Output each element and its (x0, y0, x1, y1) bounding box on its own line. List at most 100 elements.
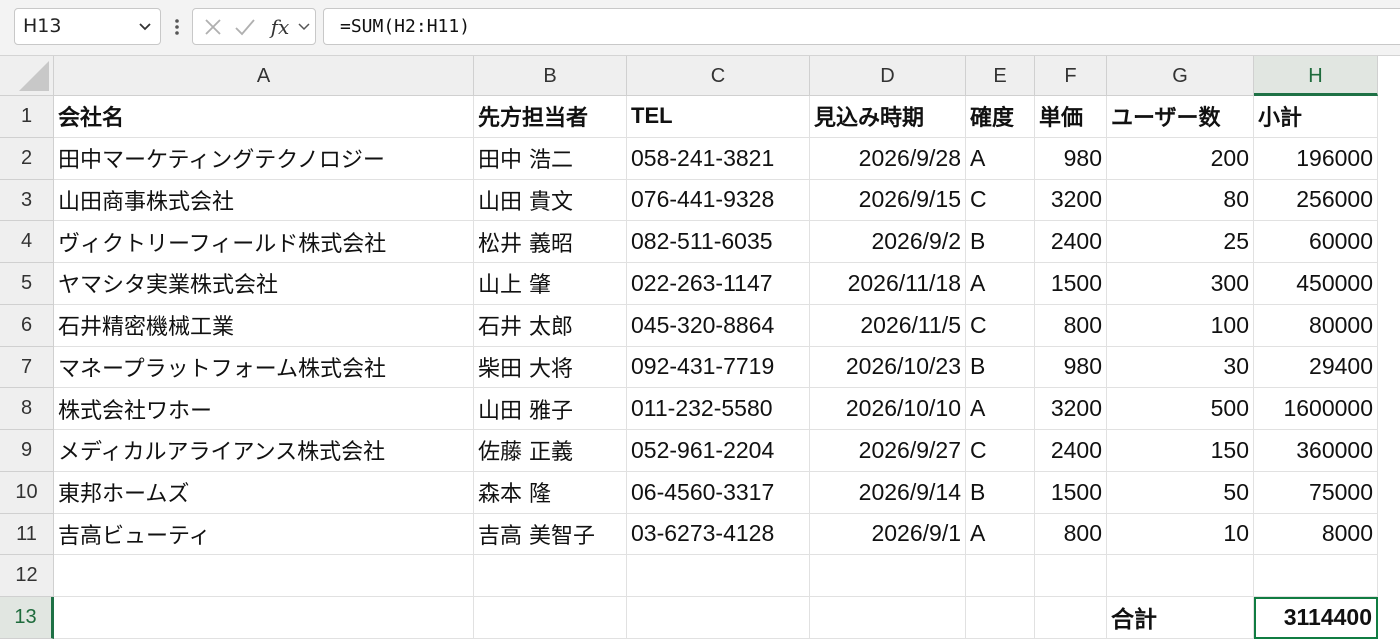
cell-a12[interactable] (54, 555, 474, 597)
more-options-icon[interactable] (170, 14, 184, 40)
cell-c5[interactable]: 022-263-1147 (627, 263, 810, 305)
cell-g10[interactable]: 50 (1107, 471, 1254, 514)
cell-h4[interactable]: 60000 (1254, 221, 1378, 263)
cell-d3[interactable]: 2026/9/15 (810, 179, 966, 222)
column-header-b[interactable]: B (474, 56, 627, 96)
cell-a11[interactable]: 吉高ビューティ (54, 513, 474, 556)
cell-h7[interactable]: 29400 (1254, 346, 1378, 389)
cell-b12[interactable] (474, 555, 627, 597)
cell-e8[interactable]: A (966, 388, 1035, 430)
cell-g7[interactable]: 30 (1107, 346, 1254, 389)
row-header-10[interactable]: 10 (0, 471, 54, 514)
cell-c8[interactable]: 011-232-5580 (627, 388, 810, 430)
cell-d11[interactable]: 2026/9/1 (810, 513, 966, 556)
cell-h5[interactable]: 450000 (1254, 263, 1378, 305)
cell-h6[interactable]: 80000 (1254, 304, 1378, 347)
cell-g4[interactable]: 25 (1107, 221, 1254, 263)
row-header-11[interactable]: 11 (0, 513, 54, 556)
column-header-h[interactable]: H (1254, 56, 1378, 96)
cell-e4[interactable]: B (966, 221, 1035, 263)
cell-e5[interactable]: A (966, 263, 1035, 305)
cell-c7[interactable]: 092-431-7719 (627, 346, 810, 389)
row-header-9[interactable]: 9 (0, 430, 54, 472)
cell-e1[interactable]: 確度 (966, 96, 1035, 138)
cell-g1[interactable]: ユーザー数 (1107, 96, 1254, 138)
cell-f9[interactable]: 2400 (1035, 430, 1107, 472)
column-header-e[interactable]: E (966, 56, 1035, 96)
cell-a5[interactable]: ヤマシタ実業株式会社 (54, 263, 474, 305)
cell-h1[interactable]: 小計 (1254, 96, 1378, 138)
cell-c4[interactable]: 082-511-6035 (627, 221, 810, 263)
row-header-1[interactable]: 1 (0, 96, 54, 138)
column-header-c[interactable]: C (627, 56, 810, 96)
cell-a2[interactable]: 田中マーケティングテクノロジー (54, 137, 474, 180)
cell-b1[interactable]: 先方担当者 (474, 96, 627, 138)
cell-g9[interactable]: 150 (1107, 430, 1254, 472)
formula-input[interactable]: =SUM(H2:H11) (323, 8, 1400, 45)
cell-c10[interactable]: 06-4560-3317 (627, 471, 810, 514)
cell-a4[interactable]: ヴィクトリーフィールド株式会社 (54, 221, 474, 263)
cell-h8[interactable]: 1600000 (1254, 388, 1378, 430)
cancel-icon[interactable] (199, 9, 227, 44)
cell-d4[interactable]: 2026/9/2 (810, 221, 966, 263)
row-header-7[interactable]: 7 (0, 346, 54, 389)
cell-b3[interactable]: 山田 貴文 (474, 179, 627, 222)
row-header-5[interactable]: 5 (0, 263, 54, 305)
cell-g8[interactable]: 500 (1107, 388, 1254, 430)
cell-d12[interactable] (810, 555, 966, 597)
cell-f11[interactable]: 800 (1035, 513, 1107, 556)
column-header-d[interactable]: D (810, 56, 966, 96)
select-all-corner[interactable] (0, 56, 54, 96)
name-box[interactable]: H13 (14, 8, 161, 45)
cell-b7[interactable]: 柴田 大将 (474, 346, 627, 389)
cell-b6[interactable]: 石井 太郎 (474, 304, 627, 347)
cell-a8[interactable]: 株式会社ワホー (54, 388, 474, 430)
row-header-8[interactable]: 8 (0, 388, 54, 430)
cell-g11[interactable]: 10 (1107, 513, 1254, 556)
cell-e12[interactable] (966, 555, 1035, 597)
cell-e10[interactable]: B (966, 471, 1035, 514)
cell-a10[interactable]: 東邦ホームズ (54, 471, 474, 514)
cell-c11[interactable]: 03-6273-4128 (627, 513, 810, 556)
row-header-4[interactable]: 4 (0, 221, 54, 263)
chevron-down-icon[interactable] (136, 9, 154, 44)
cell-a9[interactable]: メディカルアライアンス株式会社 (54, 430, 474, 472)
cell-f5[interactable]: 1500 (1035, 263, 1107, 305)
cell-c3[interactable]: 076-441-9328 (627, 179, 810, 222)
cell-c13[interactable] (627, 597, 810, 639)
cell-a1[interactable]: 会社名 (54, 96, 474, 138)
cell-a7[interactable]: マネープラットフォーム株式会社 (54, 346, 474, 389)
cell-e7[interactable]: B (966, 346, 1035, 389)
cell-d7[interactable]: 2026/10/23 (810, 346, 966, 389)
cell-h11[interactable]: 8000 (1254, 513, 1378, 556)
cell-b4[interactable]: 松井 義昭 (474, 221, 627, 263)
cell-d13[interactable] (810, 597, 966, 639)
cell-d2[interactable]: 2026/9/28 (810, 137, 966, 180)
cell-h12[interactable] (1254, 555, 1378, 597)
row-header-12[interactable]: 12 (0, 555, 54, 597)
cell-c9[interactable]: 052-961-2204 (627, 430, 810, 472)
cell-e11[interactable]: A (966, 513, 1035, 556)
insert-function-icon[interactable]: fx (267, 9, 293, 44)
cell-h3[interactable]: 256000 (1254, 179, 1378, 222)
cell-c12[interactable] (627, 555, 810, 597)
row-header-2[interactable]: 2 (0, 137, 54, 180)
cell-f8[interactable]: 3200 (1035, 388, 1107, 430)
cell-b2[interactable]: 田中 浩二 (474, 137, 627, 180)
column-header-a[interactable]: A (54, 56, 474, 96)
cell-f7[interactable]: 980 (1035, 346, 1107, 389)
cell-g2[interactable]: 200 (1107, 137, 1254, 180)
cell-d1[interactable]: 見込み時期 (810, 96, 966, 138)
cell-b9[interactable]: 佐藤 正義 (474, 430, 627, 472)
cell-f2[interactable]: 980 (1035, 137, 1107, 180)
cell-g12[interactable] (1107, 555, 1254, 597)
row-header-13[interactable]: 13 (0, 597, 54, 639)
cell-b10[interactable]: 森本 隆 (474, 471, 627, 514)
cell-d6[interactable]: 2026/11/5 (810, 304, 966, 347)
cell-c1[interactable]: TEL (627, 96, 810, 138)
cell-f6[interactable]: 800 (1035, 304, 1107, 347)
cell-b5[interactable]: 山上 肇 (474, 263, 627, 305)
row-header-6[interactable]: 6 (0, 304, 54, 347)
cell-d9[interactable]: 2026/9/27 (810, 430, 966, 472)
cell-h2[interactable]: 196000 (1254, 137, 1378, 180)
